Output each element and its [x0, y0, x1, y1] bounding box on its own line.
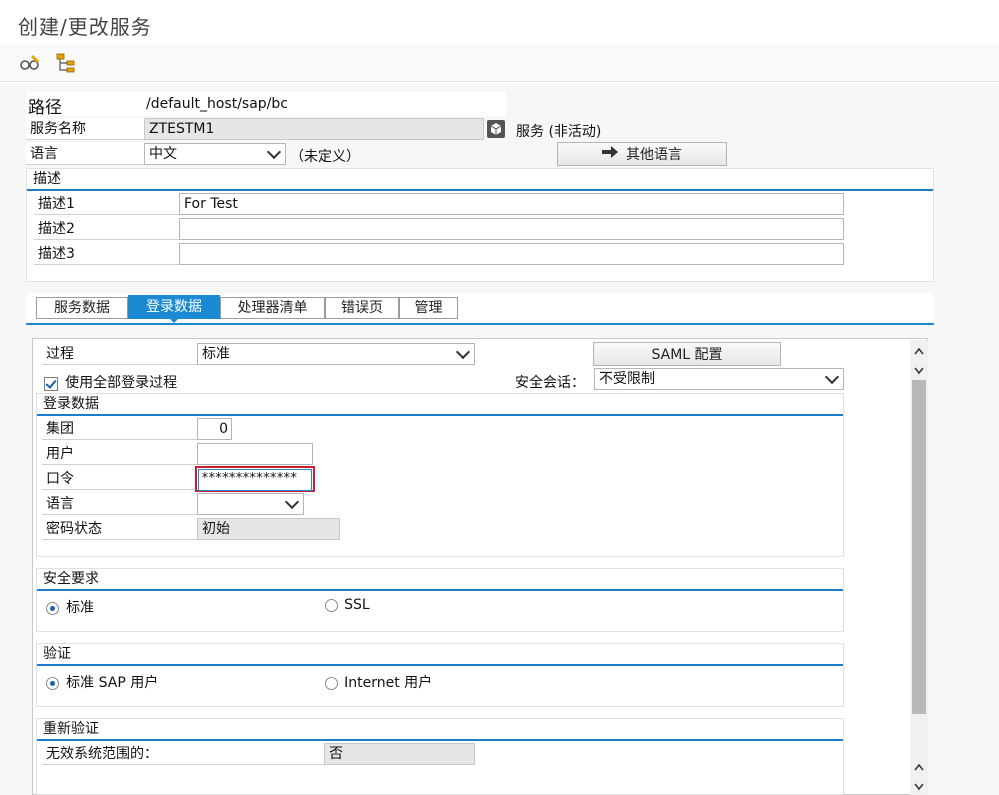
- language-value: 中文: [149, 146, 177, 162]
- procedure-label: 过程: [42, 343, 197, 365]
- use-all-procedures-row: 使用全部登录过程: [44, 372, 177, 392]
- language-select[interactable]: 中文: [144, 143, 286, 165]
- title-bar: 创建/更改服务: [0, 0, 999, 44]
- chevron-down-icon: [824, 369, 840, 385]
- path-value: /default_host/sap/bc: [146, 96, 288, 112]
- desc1-field[interactable]: For Test: [179, 193, 844, 215]
- desc2-label: 描述2: [34, 218, 179, 240]
- system-wide-label: 无效系统范围的：: [42, 743, 324, 765]
- service-status: 服务 (非活动): [516, 124, 602, 140]
- chevron-down-icon: [266, 144, 282, 160]
- service-name-field[interactable]: ZTESTM1: [144, 118, 484, 140]
- hierarchy-icon[interactable]: [54, 51, 78, 75]
- desc2-field[interactable]: [179, 218, 844, 240]
- security-session-select[interactable]: 不受限制: [594, 368, 844, 390]
- display-change-icon[interactable]: [18, 51, 42, 75]
- auth-sap-user-radio[interactable]: [46, 677, 59, 690]
- tab-handler-list[interactable]: 处理器清单: [220, 297, 325, 319]
- system-wide-field: 否: [324, 743, 475, 765]
- saml-config-button[interactable]: SAML 配置: [593, 342, 781, 366]
- language-note: （未定义）: [290, 149, 360, 165]
- security-standard-radio[interactable]: [46, 602, 59, 615]
- logon-language-select[interactable]: [197, 493, 304, 515]
- scroll-page-up-icon[interactable]: [914, 760, 924, 771]
- tab-logon-data[interactable]: 登录数据: [128, 295, 220, 319]
- toolbar: [0, 44, 999, 82]
- page-title: 创建/更改服务: [18, 15, 152, 39]
- auth-internet-user-radio[interactable]: [325, 677, 338, 690]
- package-icon[interactable]: [487, 120, 505, 138]
- reauth-title: 重新验证: [37, 719, 843, 741]
- active-tab-indicator: [169, 318, 179, 323]
- security-ssl-option[interactable]: SSL: [325, 597, 370, 613]
- chevron-down-icon: [455, 344, 471, 360]
- service-name-label: 服务名称: [26, 118, 144, 140]
- desc3-label: 描述3: [34, 243, 179, 265]
- path-label: 路径: [28, 98, 62, 118]
- auth-title: 验证: [37, 644, 843, 666]
- password-status-label: 密码状态: [42, 518, 197, 540]
- scroll-down-small-icon[interactable]: [914, 364, 924, 375]
- chevron-down-icon: [284, 494, 300, 510]
- arrow-right-icon: [602, 146, 618, 162]
- procedure-select[interactable]: 标准: [197, 343, 475, 365]
- client-label: 集团: [42, 418, 197, 440]
- password-label: 口令: [42, 468, 197, 490]
- desc1-label: 描述1: [34, 193, 179, 215]
- tab-service-data[interactable]: 服务数据: [36, 297, 128, 319]
- description-title: 描述: [27, 169, 933, 191]
- auth-sap-user-label: 标准 SAP 用户: [66, 675, 159, 691]
- client-field[interactable]: 0: [197, 418, 232, 440]
- user-label: 用户: [42, 443, 197, 465]
- logon-language-label: 语言: [42, 493, 197, 515]
- auth-sap-user-option[interactable]: 标准 SAP 用户: [46, 672, 158, 692]
- auth-internet-user-label: Internet 用户: [344, 675, 433, 691]
- auth-internet-user-option[interactable]: Internet 用户: [325, 672, 432, 692]
- procedure-value: 标准: [202, 346, 230, 362]
- logon-data-title: 登录数据: [37, 394, 843, 416]
- use-all-procedures-checkbox[interactable]: [44, 376, 58, 391]
- security-standard-label: 标准: [66, 600, 95, 616]
- tab-error-pages[interactable]: 错误页: [325, 297, 399, 319]
- security-session-value: 不受限制: [599, 371, 655, 387]
- user-field[interactable]: [197, 443, 313, 465]
- password-field[interactable]: **************: [198, 469, 312, 491]
- security-session-label: 安全会话：: [515, 375, 585, 391]
- vertical-scrollbar[interactable]: [910, 340, 928, 795]
- scroll-thumb[interactable]: [912, 380, 926, 714]
- password-status-field: 初始: [197, 518, 340, 540]
- security-ssl-radio[interactable]: [325, 599, 338, 612]
- security-standard-option[interactable]: 标准: [46, 597, 94, 617]
- use-all-procedures-label: 使用全部登录过程: [65, 375, 178, 391]
- language-label: 语言: [26, 143, 144, 165]
- other-languages-button[interactable]: 其他语言: [557, 142, 727, 166]
- password-field-focus[interactable]: **************: [195, 466, 315, 492]
- scroll-page-down-icon[interactable]: [914, 780, 924, 791]
- security-ssl-label: SSL: [344, 597, 370, 613]
- other-languages-label: 其他语言: [626, 147, 682, 163]
- scroll-up-icon[interactable]: [914, 344, 924, 355]
- desc3-field[interactable]: [179, 243, 844, 265]
- security-group: 安全要求: [36, 568, 844, 632]
- security-title: 安全要求: [37, 569, 843, 591]
- tab-admin[interactable]: 管理: [399, 297, 458, 319]
